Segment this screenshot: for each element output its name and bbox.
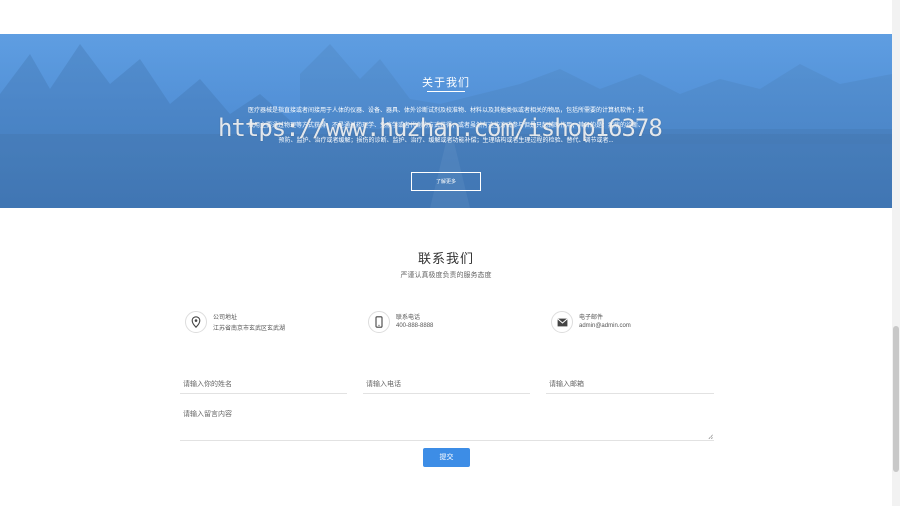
about-title: 关于我们	[422, 77, 470, 89]
scrollbar-thumb[interactable]	[893, 326, 899, 472]
location-pin-icon	[185, 311, 207, 333]
about-title-underline	[427, 91, 465, 92]
message-placeholder: 请输入留言内容	[183, 411, 232, 418]
email-input[interactable]: 请输入邮箱	[546, 376, 714, 394]
mail-icon	[551, 311, 573, 333]
email-value: admin@admin.com	[579, 323, 631, 329]
email-label: 电子邮件	[579, 315, 604, 321]
phone-icon	[368, 311, 390, 333]
address-label: 公司地址	[213, 315, 238, 321]
page: 关于我们 医疗器械是指直接或者间接用于人体的仪器、设备、器具、体外诊断试剂及校准…	[0, 0, 892, 506]
phone-label: 联系电话	[396, 315, 421, 321]
learn-more-button[interactable]: 了解更多	[411, 172, 481, 191]
address-value: 江苏省南京市玄武区玄武湖	[213, 326, 286, 332]
resize-handle-icon[interactable]	[708, 434, 713, 439]
submit-button[interactable]: 提交	[423, 448, 470, 467]
name-input[interactable]: 请输入你的姓名	[180, 376, 347, 394]
phone-value: 400-888-8888	[396, 323, 434, 329]
contact-subtitle: 严谨认真极度负责的服务态度	[400, 272, 492, 279]
about-section: 关于我们 医疗器械是指直接或者间接用于人体的仪器、设备、器具、体外诊断试剂及校准…	[0, 34, 892, 208]
message-textarea[interactable]: 请输入留言内容	[180, 404, 714, 441]
page-scrollbar[interactable]	[892, 0, 900, 506]
watermark-text: https://www.huzhan.com/ishop16378	[218, 114, 663, 142]
phone-input[interactable]: 请输入电话	[363, 376, 530, 394]
contact-title: 联系我们	[417, 251, 474, 266]
